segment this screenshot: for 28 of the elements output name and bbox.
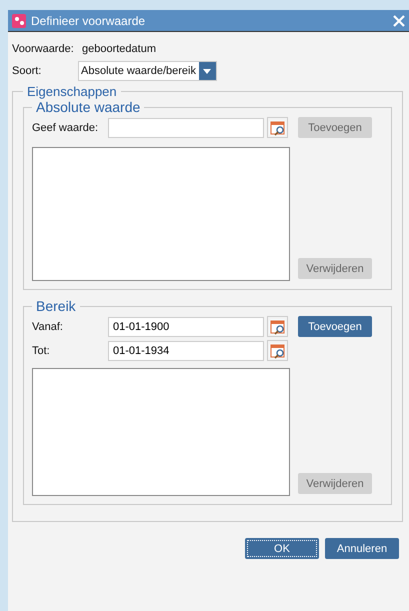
value-list[interactable]	[32, 368, 290, 496]
field-label: Tot:	[32, 344, 51, 356]
dialog-button[interactable]: OK	[245, 538, 319, 559]
input-field[interactable]	[108, 118, 264, 138]
app-icon	[12, 14, 26, 28]
field-label: Voorwaarde:	[12, 43, 75, 55]
calendar-search-icon	[270, 342, 286, 358]
close-icon[interactable]	[393, 14, 405, 26]
window-title: Definieer voorwaarde	[31, 14, 146, 28]
calendar-search-icon	[270, 318, 286, 334]
field-label: Geef waarde:	[32, 122, 100, 134]
value-list[interactable]	[32, 147, 290, 281]
field-label: Vanaf:	[32, 320, 64, 332]
group-title: Absolute waarde	[35, 99, 142, 115]
input-field[interactable]: 01-01-1900	[108, 316, 264, 336]
add-button[interactable]: Toevoegen	[298, 316, 372, 337]
sort-dropdown[interactable]: Absolute waarde/bereik	[78, 61, 217, 81]
condition-value: geboortedatum	[82, 43, 156, 55]
field-label: Soort:	[12, 65, 42, 77]
group-title: Eigenschappen	[26, 84, 118, 99]
input-field[interactable]: 01-01-1934	[108, 340, 264, 360]
date-picker-button[interactable]	[267, 117, 288, 138]
caret-icon	[203, 68, 212, 74]
calendar-search-icon	[270, 120, 286, 136]
group-title: Bereik	[35, 298, 77, 314]
dialog-button[interactable]: Annuleren	[325, 538, 399, 559]
date-picker-button[interactable]	[267, 340, 288, 361]
date-picker-button[interactable]	[267, 316, 288, 337]
